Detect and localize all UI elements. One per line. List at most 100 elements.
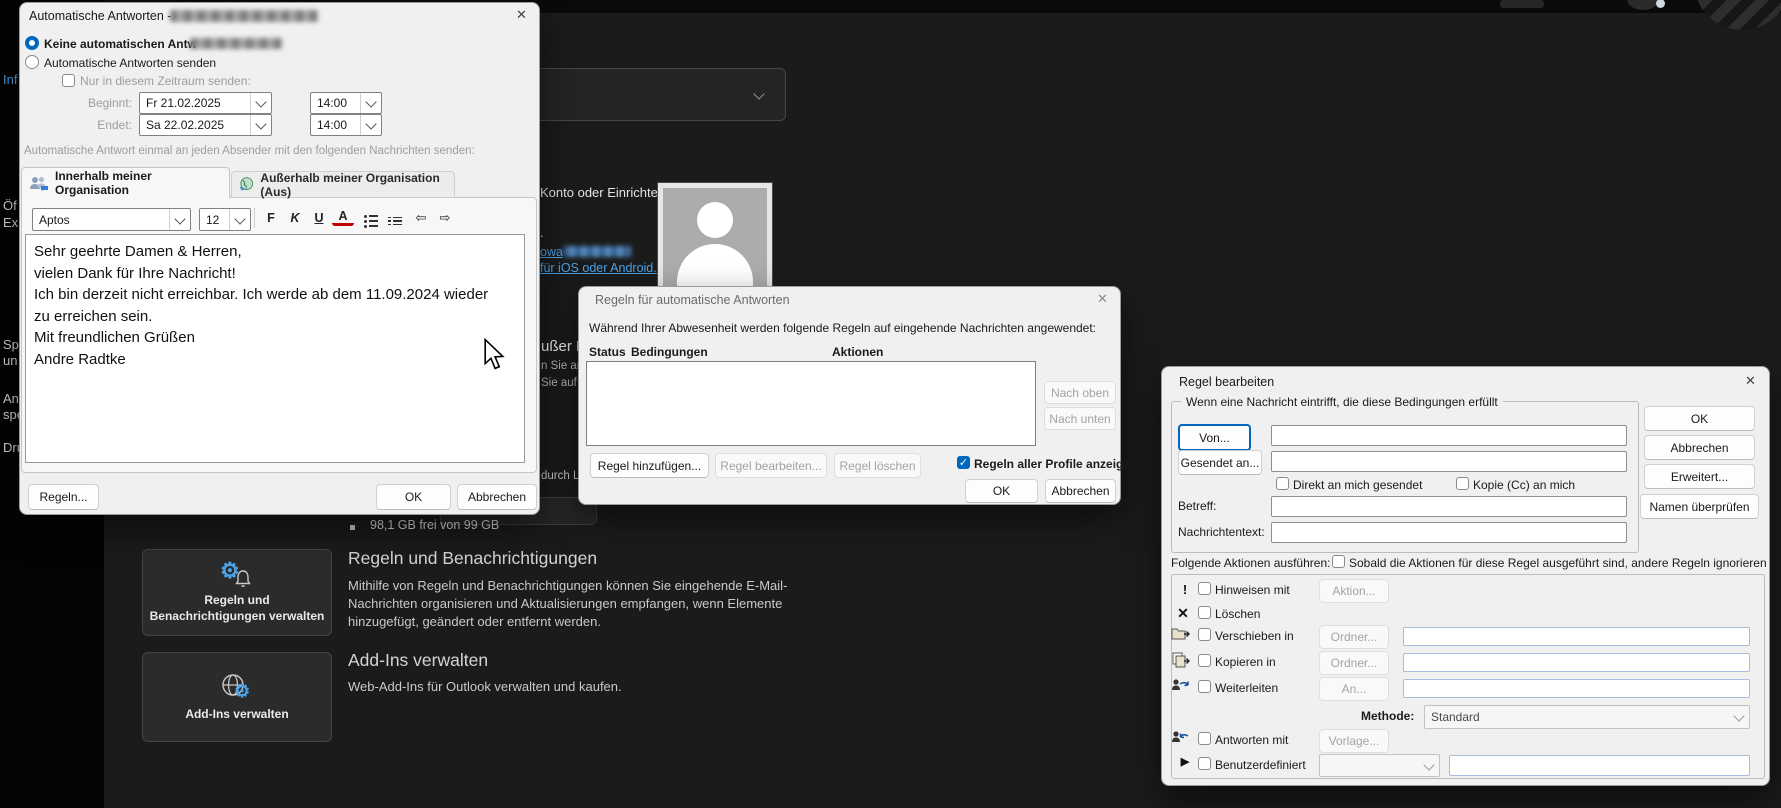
message-line: Sehr geehrte Damen & Herren,: [34, 243, 242, 260]
move-up-button[interactable]: Nach oben: [1044, 381, 1116, 404]
alert-action-button[interactable]: Aktion...: [1319, 579, 1389, 603]
body-input[interactable]: [1271, 522, 1627, 543]
custom-action-input[interactable]: [1449, 755, 1750, 776]
timerange-checkbox[interactable]: [62, 74, 75, 87]
blurred-email-address: [170, 10, 318, 22]
add-rule-button[interactable]: Regel hinzufügen...: [590, 453, 709, 478]
copy-folder-input[interactable]: [1403, 653, 1750, 672]
move-folder-button[interactable]: Ordner...: [1319, 625, 1389, 649]
alert-checkbox[interactable]: [1198, 582, 1211, 595]
cancel-button[interactable]: Abbrechen: [1644, 435, 1755, 460]
bullet-list-button[interactable]: [360, 211, 382, 231]
italic-button[interactable]: K: [284, 208, 306, 228]
decrease-indent-button[interactable]: ⇦: [410, 208, 432, 228]
from-button[interactable]: Von...: [1178, 424, 1251, 451]
sent-to-button[interactable]: Gesendet an...: [1178, 450, 1262, 475]
forward-checkbox[interactable]: [1198, 680, 1211, 693]
reply-with-label: Antworten mit: [1215, 733, 1289, 747]
sidebar-item-save-1[interactable]: Sp: [3, 337, 19, 352]
sidebar-item-info[interactable]: Inf: [3, 72, 17, 87]
font-size-select[interactable]: 12: [199, 208, 251, 231]
cancel-button[interactable]: Abbrechen: [457, 484, 537, 510]
mobile-app-link[interactable]: für iOS oder Android.: [540, 261, 657, 275]
rules-button[interactable]: Regeln...: [28, 484, 99, 510]
blurred-link-text: [563, 246, 631, 257]
rules-list-box[interactable]: [586, 361, 1036, 446]
radio-send-auto-replies[interactable]: [25, 55, 39, 69]
copy-folder-button[interactable]: Ordner...: [1319, 651, 1389, 675]
underline-button[interactable]: U: [308, 208, 330, 228]
dialog-title: Automatische Antworten -: [29, 9, 172, 23]
ok-button[interactable]: OK: [376, 484, 451, 510]
ok-button[interactable]: OK: [965, 479, 1038, 503]
tab-outside-label: Außerhalb meiner Organisation (Aus): [260, 170, 440, 199]
method-select[interactable]: Standard: [1424, 705, 1750, 729]
reply-with-checkbox[interactable]: [1198, 732, 1211, 745]
delete-rule-button[interactable]: Regel löschen: [834, 453, 921, 478]
copy-checkbox[interactable]: [1198, 654, 1211, 667]
chevron-down-icon[interactable]: [360, 115, 381, 135]
increase-indent-button[interactable]: ⇨: [434, 208, 456, 228]
subject-input[interactable]: [1271, 496, 1627, 517]
cancel-button[interactable]: Abbrechen: [1045, 479, 1116, 503]
chevron-down-icon[interactable]: [229, 209, 250, 230]
auto-reply-info-text: Automatische Antwort einmal an jeden Abs…: [24, 145, 475, 157]
owa-link[interactable]: owa: [540, 245, 563, 259]
cc-to-me-checkbox[interactable]: [1456, 477, 1469, 490]
sent-to-button-label: Gesendet an...: [1180, 455, 1260, 470]
manage-rules-button[interactable]: ⚙ Regeln und Benachrichtigungen verwalte…: [142, 549, 332, 636]
reply-template-button[interactable]: Vorlage...: [1319, 729, 1389, 753]
radio-no-auto-replies[interactable]: [25, 36, 39, 50]
chevron-down-icon[interactable]: [250, 115, 271, 135]
close-icon[interactable]: ✕: [516, 8, 527, 21]
chevron-down-icon: [753, 88, 765, 100]
chevron-down-icon[interactable]: [169, 209, 190, 230]
move-folder-input[interactable]: [1403, 627, 1750, 646]
chevron-down-icon[interactable]: [360, 93, 381, 113]
close-icon[interactable]: ✕: [1745, 374, 1756, 387]
begin-time-picker[interactable]: 14:00: [310, 92, 382, 114]
conditions-group-title: Wenn eine Nachricht eintrifft, die diese…: [1181, 395, 1503, 409]
manage-addins-button[interactable]: ⚙ Add-Ins verwalten: [142, 652, 332, 742]
edit-rule-button[interactable]: Regel bearbeiten...: [715, 453, 827, 478]
storage-bullet: [350, 525, 355, 530]
bold-button[interactable]: F: [260, 208, 282, 228]
numbered-list-button[interactable]: [384, 211, 406, 231]
sidebar-item-attach-1[interactable]: An: [3, 391, 19, 406]
from-input[interactable]: [1271, 425, 1627, 446]
close-icon[interactable]: ✕: [1097, 292, 1108, 305]
avatar-head-shape: [697, 202, 733, 238]
rules-section-heading: Regeln und Benachrichtigungen: [348, 548, 598, 568]
show-all-profiles-checkbox[interactable]: ✓: [957, 456, 970, 469]
check-names-button[interactable]: Namen überprüfen: [1640, 494, 1759, 519]
custom-checkbox[interactable]: [1198, 757, 1211, 770]
sidebar-item-save-2[interactable]: un: [3, 353, 17, 368]
tab-outside-organization[interactable]: Außerhalb meiner Organisation (Aus): [231, 170, 455, 199]
ends-label: Endet:: [97, 118, 132, 132]
move-down-button[interactable]: Nach unten: [1044, 407, 1116, 430]
outlook-backstage-screen: Inf Öf Exp Sp un An spe Dru Konto oder E…: [0, 0, 1781, 808]
stop-processing-checkbox[interactable]: [1332, 555, 1345, 568]
chevron-down-icon[interactable]: [250, 93, 271, 113]
method-label: Methode:: [1361, 709, 1415, 723]
sidebar-item-open-1[interactable]: Öf: [3, 198, 17, 213]
advanced-button[interactable]: Erweitert...: [1644, 464, 1755, 489]
auto-reply-message-textarea[interactable]: Sehr geehrte Damen & Herren, vielen Dank…: [25, 234, 525, 463]
font-color-button[interactable]: A: [332, 208, 354, 226]
move-checkbox[interactable]: [1198, 628, 1211, 641]
ok-button[interactable]: OK: [1644, 406, 1755, 431]
tab-inside-organization[interactable]: Innerhalb meiner Organisation: [21, 167, 230, 198]
auto-reply-rules-dialog: Regeln für automatische Antworten ✕ Währ…: [578, 286, 1137, 505]
end-date-picker[interactable]: Sa 22.02.2025: [139, 114, 272, 136]
direct-to-me-checkbox[interactable]: [1276, 477, 1289, 490]
begin-date-picker[interactable]: Fr 21.02.2025: [139, 92, 272, 114]
end-time-value: 14:00: [317, 118, 348, 132]
font-family-select[interactable]: Aptos: [32, 208, 191, 231]
sent-to-input[interactable]: [1271, 451, 1627, 472]
delete-checkbox[interactable]: [1198, 606, 1211, 619]
forward-to-button[interactable]: An...: [1319, 677, 1389, 701]
custom-action-select[interactable]: [1319, 754, 1440, 777]
end-time-picker[interactable]: 14:00: [310, 114, 382, 136]
forward-to-input[interactable]: [1403, 679, 1750, 698]
delete-label: Löschen: [1215, 607, 1261, 621]
